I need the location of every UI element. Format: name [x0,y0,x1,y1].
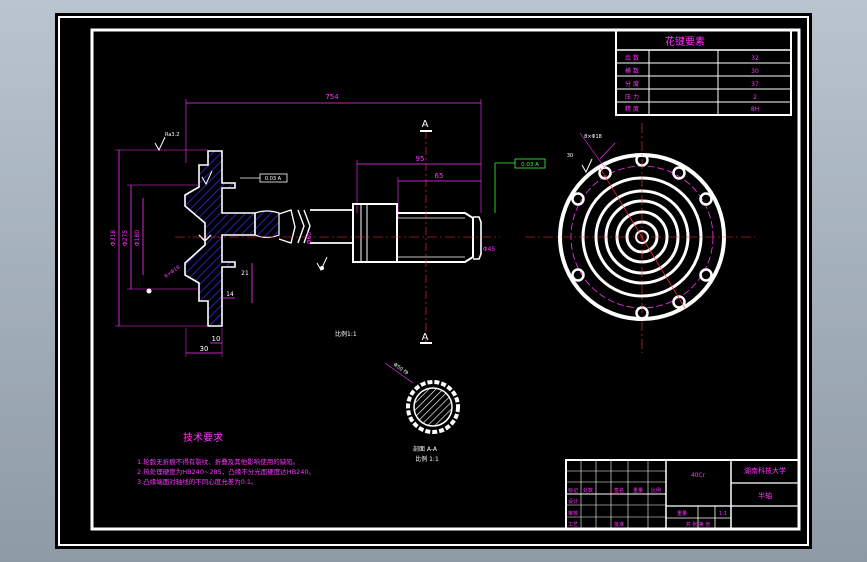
svg-text:Φ180: Φ180 [134,230,141,246]
half-shaft [254,203,482,263]
spline-section-view: Φ50 f9 剖面 A-A 比例 1:1 [384,362,460,463]
flange-section [184,150,256,327]
flange-end-view: 8×Φ18 30 [525,123,755,353]
svg-text:8×Φ18: 8×Φ18 [163,265,181,280]
tech-requirements: 技术要求 1.轮毂无折痕不得有裂纹、折叠及其他影响使用的缺陷。 2.热处理硬度为… [137,431,315,486]
spline-row-label: 模 数 [625,67,639,75]
title-sheet: 共 张 第 张 [686,521,711,528]
datum-marker [320,266,324,270]
dim-end-diameter: Φ45 [483,246,496,253]
svg-text:设计: 设计 [568,498,578,505]
dim-overall-length: 754 [185,93,482,213]
spline-row-value: 32 [751,55,759,62]
svg-text:标记: 标记 [568,487,578,494]
section-line: A A [420,119,432,344]
drawing-canvas: 花键要素 齿 数 32 模 数 30 分 度 37 压 力 2 精 度 8H 7… [58,16,809,546]
spline-row-value: 37 [751,81,759,88]
svg-text:审核: 审核 [568,510,578,517]
svg-text:工艺: 工艺 [568,522,578,528]
dim-left-diameters: Φ318 Φ275 Φ180 8×Φ18 [110,149,208,327]
datum-marker [146,288,152,294]
svg-text:1:1: 1:1 [719,511,727,517]
dim-65: 65 [397,172,481,218]
svg-text:10: 10 [212,335,221,343]
svg-text:批准: 批准 [614,521,624,528]
tolerance-frame-left: 0.03 A [240,173,288,183]
svg-text:8×Φ18: 8×Φ18 [584,134,602,140]
section-marker-bottom: A [422,332,429,343]
spline-row-label: 分 度 [625,80,639,88]
svg-text:30: 30 [567,153,573,159]
svg-text:重量: 重量 [633,487,643,494]
spline-row-label: 齿 数 [625,54,639,62]
title-material: 40Cr [691,472,706,479]
tech-item: 2.热处理硬度为HB240~285，凸缘不分光面硬度达HB240。 [137,467,315,476]
svg-text:签名: 签名 [614,487,624,494]
svg-text:重量: 重量 [677,510,687,517]
svg-text:Φ275: Φ275 [122,230,129,246]
dim-text: 65 [435,172,444,180]
spline-row-value: 8H [751,106,759,113]
title-part-name: 半轴 [758,491,772,500]
svg-text:Ra3.2: Ra3.2 [165,132,179,138]
tech-title: 技术要求 [183,431,223,444]
spline-row-label: 精 度 [625,105,639,113]
dim-shaft-diameter: Φ60 [306,232,313,245]
title-block: 标记 处数 签名 设计 审核 工艺 批准 重量 比例 40Cr 湖南科技大学 半… [565,459,800,530]
tech-item: 3.凸缘端面对轴线的不同心度允差为0.1。 [137,477,258,486]
cad-viewport[interactable]: 花键要素 齿 数 32 模 数 30 分 度 37 压 力 2 精 度 8H 7… [55,13,812,549]
svg-text:30: 30 [200,345,209,353]
spline-table-title: 花键要素 [665,35,705,48]
spline-table: 花键要素 齿 数 32 模 数 30 分 度 37 压 力 2 精 度 8H [615,29,792,116]
svg-text:14: 14 [226,291,234,298]
svg-text:Φ318: Φ318 [110,230,117,246]
section-marker-top: A [422,119,429,130]
section-caption: 剖面 A-A [413,445,438,453]
dim-text: 95 [416,155,425,163]
svg-text:21: 21 [241,270,249,277]
svg-text:0.03 A: 0.03 A [521,162,539,168]
spline-row-label: 压 力 [625,93,639,101]
main-view-caption: 比例1:1 [335,330,357,338]
spline-row-value: 2 [753,94,757,101]
svg-text:0.03 A: 0.03 A [265,176,282,182]
svg-text:处数: 处数 [583,487,593,494]
title-school: 湖南科技大学 [744,466,786,475]
spline-row-value: 30 [751,68,759,75]
dim-text: 754 [325,93,339,101]
tech-item: 1.轮毂无折痕不得有裂纹、折叠及其他影响使用的缺陷。 [137,457,299,466]
svg-text:比例: 比例 [651,487,661,494]
section-scale: 比例 1:1 [415,455,439,463]
tolerance-frame-right: 0.03 A [494,158,546,213]
